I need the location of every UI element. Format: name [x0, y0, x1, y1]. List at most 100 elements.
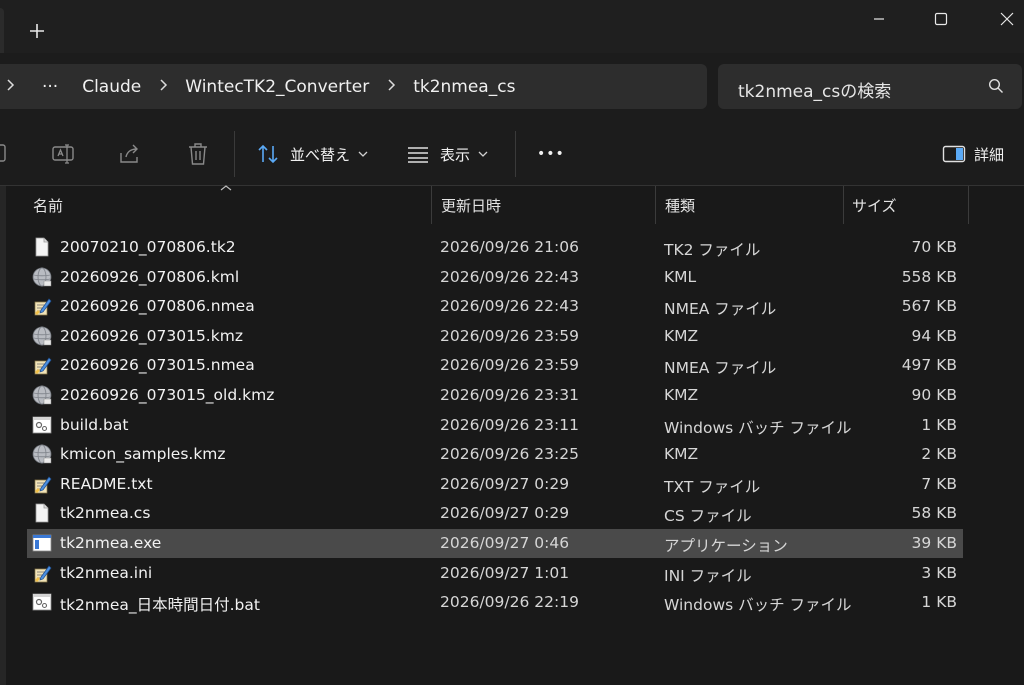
file-modified-date: 2026/09/26 22:19 — [440, 593, 579, 612]
breadcrumb-item-wintec[interactable]: WintecTK2_Converter — [173, 77, 381, 97]
file-size: 567 KB — [901, 297, 957, 316]
file-row[interactable]: 20260926_070806.kml 2026/09/26 22:43 KML 55… — [27, 263, 963, 292]
chevron-right-icon[interactable] — [0, 77, 20, 97]
file-row[interactable]: 20260926_070806.nmea 2026/09/26 22:43 NMEA… — [27, 292, 963, 321]
file-row[interactable]: tk2nmea.ini 2026/09/27 1:01 INI ファイル 3 KB — [27, 559, 963, 588]
file-type: Windows バッチ ファイル — [664, 596, 852, 615]
file-modified-date: 2026/09/27 0:29 — [440, 504, 570, 523]
file-type: KMZ — [664, 386, 699, 404]
file-size: 497 KB — [901, 356, 957, 375]
column-divider[interactable] — [655, 186, 656, 224]
file-row[interactable]: 20070210_070806.tk2 2026/09/26 21:06 TK2 フ… — [27, 233, 963, 262]
file-name: 20260926_073015.kmz — [60, 326, 243, 345]
application-icon — [32, 533, 52, 553]
file-row[interactable]: kmicon_samples.kmz 2026/09/26 23:25 KMZ 2 K… — [27, 440, 963, 469]
rename-icon[interactable] — [51, 141, 77, 167]
file-type: INI ファイル — [664, 566, 752, 585]
file-name: tk2nmea.cs — [60, 504, 151, 523]
column-header-name[interactable]: 名前 — [33, 186, 63, 224]
file-modified-date: 2026/09/26 23:11 — [440, 415, 579, 434]
more-icon: ••• — [537, 146, 565, 162]
file-type: KML — [664, 267, 697, 286]
file-row[interactable]: tk2nmea.exe 2026/09/27 0:46 アプリケーション 39 KB — [27, 529, 963, 558]
batch-file-icon — [32, 592, 52, 612]
column-divider[interactable] — [431, 186, 432, 224]
search-input[interactable]: tk2nmea_csの検索 — [738, 77, 891, 102]
sort-icon — [258, 144, 278, 164]
command-bar — [0, 123, 1024, 186]
file-name: 20260926_073015.nmea — [60, 356, 255, 375]
sort-label: 並べ替え — [290, 145, 351, 164]
details-pane-button[interactable]: 詳細 — [942, 137, 1004, 171]
file-modified-date: 2026/09/26 23:59 — [440, 356, 579, 375]
toolbar-divider — [234, 131, 235, 177]
search-box[interactable]: tk2nmea_csの検索 — [718, 64, 1022, 109]
view-button[interactable]: 表示 — [406, 137, 488, 171]
breadcrumb-item-current[interactable]: tk2nmea_cs — [401, 77, 527, 97]
column-divider[interactable] — [843, 186, 844, 224]
file-name: 20070210_070806.tk2 — [60, 238, 236, 256]
file-type: KMZ — [664, 326, 699, 345]
file-size: 39 KB — [911, 534, 957, 552]
file-row[interactable]: 20260926_073015_old.kmz 2026/09/26 23:31 K… — [27, 381, 963, 410]
share-icon[interactable] — [117, 141, 143, 167]
search-icon[interactable] — [988, 78, 1004, 94]
file-name: 20260926_070806.nmea — [60, 297, 255, 316]
breadcrumb-item-claude[interactable]: Claude — [70, 77, 153, 97]
file-blank-icon — [32, 237, 52, 257]
file-type: KMZ — [664, 445, 699, 464]
close-icon — [1000, 12, 1014, 26]
column-header-date[interactable]: 更新日時 — [441, 186, 501, 224]
file-modified-date: 2026/09/26 23:25 — [440, 445, 579, 464]
file-type: TXT ファイル — [664, 477, 761, 496]
details-pane-icon — [942, 145, 966, 163]
view-label: 表示 — [440, 145, 471, 164]
file-row[interactable]: 20260926_073015.kmz 2026/09/26 23:59 KMZ 94… — [27, 322, 963, 351]
file-name: 20260926_073015_old.kmz — [60, 386, 275, 404]
file-size: 58 KB — [911, 504, 957, 523]
breadcrumb[interactable]: ··· Claude WintecTK2_Converter tk2nmea_c… — [0, 64, 707, 109]
maximize-button[interactable] — [911, 0, 971, 38]
sort-button[interactable]: 並べ替え — [256, 137, 368, 171]
new-tab-button[interactable] — [24, 18, 50, 44]
file-row[interactable]: tk2nmea_日本時間日付.bat 2026/09/26 22:19 Window… — [27, 588, 963, 617]
breadcrumb-more[interactable]: ··· — [20, 77, 70, 97]
chevron-down-icon — [478, 151, 488, 157]
globe-file-icon — [32, 385, 52, 405]
tab-edge[interactable] — [0, 8, 4, 53]
column-header-size[interactable]: サイズ — [852, 186, 897, 224]
file-size: 558 KB — [901, 267, 957, 286]
file-modified-date: 2026/09/26 21:06 — [440, 238, 579, 256]
file-name: kmicon_samples.kmz — [60, 445, 226, 464]
globe-file-icon — [32, 267, 52, 287]
globe-file-icon — [32, 444, 52, 464]
more-options-button[interactable]: ••• — [537, 137, 565, 171]
file-size: 70 KB — [911, 238, 957, 256]
file-row[interactable]: tk2nmea.cs 2026/09/27 0:29 CS ファイル 58 KB — [27, 499, 963, 528]
file-size: 1 KB — [921, 593, 957, 612]
minimize-button[interactable] — [849, 0, 909, 38]
file-size: 3 KB — [921, 563, 957, 582]
scrollbar-track[interactable] — [969, 186, 1024, 685]
file-modified-date: 2026/09/26 23:59 — [440, 326, 579, 345]
file-name: 20260926_070806.kml — [60, 267, 240, 286]
chevron-right-icon[interactable] — [381, 77, 401, 97]
file-size: 94 KB — [911, 326, 957, 345]
file-size: 90 KB — [911, 386, 957, 404]
file-modified-date: 2026/09/27 0:29 — [440, 474, 570, 493]
delete-icon[interactable] — [185, 141, 211, 167]
chevron-right-icon[interactable] — [153, 77, 173, 97]
file-row[interactable]: build.bat 2026/09/26 23:11 Windows バッチ ファイ… — [27, 411, 963, 440]
sort-ascending-icon — [220, 185, 232, 191]
close-button[interactable] — [977, 0, 1024, 38]
file-type: NMEA ファイル — [664, 359, 777, 378]
globe-file-icon — [32, 326, 52, 346]
column-header-type[interactable]: 種類 — [665, 186, 695, 224]
file-row[interactable]: README.txt 2026/09/27 0:29 TXT ファイル 7 KB — [27, 470, 963, 499]
file-name: README.txt — [60, 474, 153, 493]
batch-file-icon — [32, 415, 52, 435]
file-modified-date: 2026/09/27 0:46 — [440, 534, 570, 552]
file-row[interactable]: 20260926_073015.nmea 2026/09/26 23:59 NMEA… — [27, 351, 963, 380]
new-item-icon[interactable] — [0, 141, 8, 167]
file-type: NMEA ファイル — [664, 300, 777, 319]
